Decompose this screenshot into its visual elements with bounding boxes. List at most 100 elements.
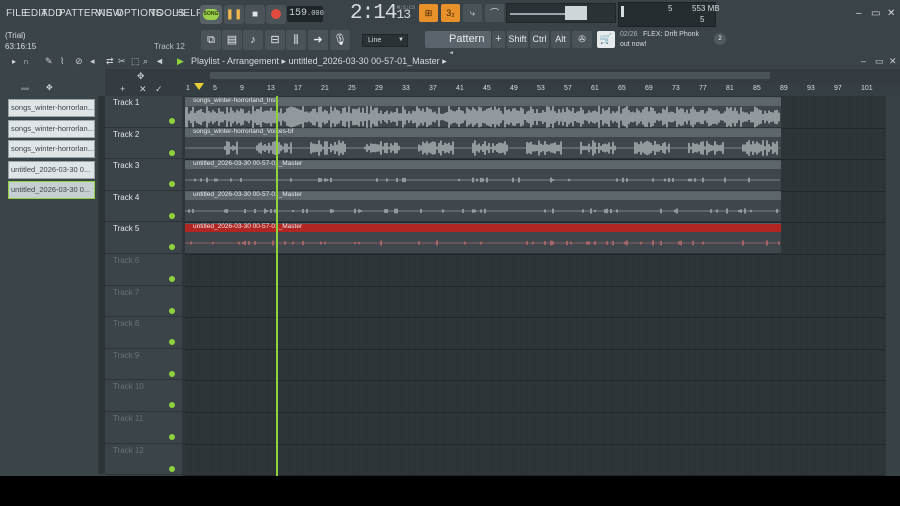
typing-keyboard-toggle[interactable]: ⊞: [419, 4, 438, 22]
news-cart-icon[interactable]: 🛒: [597, 31, 615, 48]
ctrl-key-button[interactable]: Ctrl: [530, 31, 549, 48]
magnet-icon[interactable]: ∩: [23, 57, 29, 66]
pl-close-icon[interactable]: ✕: [889, 56, 897, 67]
slip-tool-icon[interactable]: ⇄: [106, 56, 114, 67]
touch-keyboard-icon[interactable]: ✇: [572, 31, 592, 48]
playhead[interactable]: [276, 96, 278, 476]
add-pattern-button[interactable]: +: [492, 31, 505, 48]
clip-header[interactable]: untitled_2026-03-30 00-57-01_Master: [185, 223, 781, 232]
zoom-tool-icon[interactable]: ⌕: [143, 56, 148, 67]
delete-tool-icon[interactable]: ⊘: [75, 56, 83, 67]
arrangement-grid[interactable]: songs_winter-horrorland_Inst songs_winter…: [185, 96, 885, 476]
browser-icon[interactable]: ⊟: [265, 30, 285, 50]
move-arrows-icon[interactable]: ✥: [46, 83, 53, 92]
track-mute-led[interactable]: [169, 118, 175, 124]
menu-help[interactable]: HELP: [176, 8, 203, 19]
clip-list-item[interactable]: untitled_2026-03-30 0...: [8, 160, 95, 179]
track-mute-led[interactable]: [169, 370, 175, 377]
close-track-icon[interactable]: ✕: [139, 84, 147, 95]
track-mute-led[interactable]: [169, 402, 175, 409]
arrow-right-icon[interactable]: ▸: [12, 57, 16, 66]
clip-header[interactable]: songs_winter-horrorland_Inst: [185, 97, 781, 106]
track-header[interactable]: Track 3: [105, 159, 182, 191]
snap-select[interactable]: Line ▼: [362, 34, 408, 47]
track-mute-led[interactable]: [169, 465, 175, 472]
channel-rack-icon[interactable]: ▤: [222, 30, 242, 50]
maximize-icon[interactable]: ▭: [871, 8, 880, 19]
track-header[interactable]: Track 5: [105, 222, 182, 254]
tempo-display[interactable]: 159.000: [287, 6, 324, 22]
pattern-select[interactable]: Pattern 1: [425, 31, 491, 62]
track-header[interactable]: Track 2: [105, 128, 182, 160]
news-title[interactable]: FLEX: Drift Phonk: [643, 31, 699, 38]
song-time-display[interactable]: 2:1413 M:S:CS: [350, 2, 415, 25]
clip-header[interactable]: untitled_2026-03-30 00-57-01_Master: [185, 160, 781, 169]
song-mode-toggle[interactable]: SONG: [200, 5, 222, 24]
track-mute-led[interactable]: [169, 181, 175, 188]
piano-roll-icon[interactable]: ♪: [243, 30, 263, 50]
playlist-vertical-scrollbar[interactable]: [886, 96, 900, 476]
microphone-icon[interactable]: 🎙: [330, 30, 350, 50]
master-pitch-oscilloscope[interactable]: [506, 3, 616, 23]
audio-clip[interactable]: untitled_2026-03-30 00-57-01_Master: [185, 191, 781, 222]
track-mute-led[interactable]: [169, 244, 175, 251]
countdown-toggle[interactable]: 3₂: [441, 4, 460, 22]
pl-maximize-icon[interactable]: ▭: [875, 56, 884, 67]
audio-clip[interactable]: songs_winter-horrorland_Inst: [185, 96, 781, 128]
pl-minimize-icon[interactable]: –: [861, 56, 866, 66]
track-header[interactable]: Track 11: [105, 412, 182, 444]
track-mute-led[interactable]: [169, 434, 175, 440]
timeline-ruler[interactable]: 1 5 9 13 17 21 25 29 33 37 41 45 49 53 57 61 65 69 73 77 81 8…: [185, 83, 900, 96]
clip-header[interactable]: untitled_2026-03-30 00-57-01_Master: [185, 191, 781, 201]
track-mute-led[interactable]: [169, 276, 175, 282]
clip-list-item[interactable]: songs_winter-horrorlan...: [8, 99, 95, 117]
track-mute-led[interactable]: [169, 149, 175, 156]
alt-key-button[interactable]: Alt: [551, 31, 570, 48]
playlist-play-icon[interactable]: ▶: [177, 56, 184, 67]
close-icon[interactable]: ✕: [887, 8, 895, 19]
audio-clip[interactable]: untitled_2026-03-30 00-57-01_Master: [185, 159, 781, 190]
speaker-icon[interactable]: ◄: [155, 56, 164, 66]
loop-record-toggle[interactable]: ⤷: [463, 4, 482, 22]
audio-clip[interactable]: songs_winter-horrorland_Voices-bf: [185, 128, 781, 159]
paint-icon[interactable]: ⌇: [60, 56, 64, 67]
clip-list-item[interactable]: songs_winter-horrorlan...: [8, 140, 95, 158]
news-count-badge[interactable]: 2: [714, 33, 726, 45]
track-header[interactable]: Track 7: [105, 286, 182, 318]
song-overview-scroll[interactable]: [210, 72, 770, 79]
plugin-arrow-icon[interactable]: ➜: [308, 30, 328, 50]
track-mute-led[interactable]: [169, 339, 175, 346]
playlist-view-icon[interactable]: ⧉: [201, 30, 221, 50]
track-mute-led[interactable]: [169, 307, 175, 314]
check-icon[interactable]: ✓: [155, 84, 163, 95]
playlist-overview-bar[interactable]: ✥: [105, 69, 900, 83]
track-header[interactable]: Track 4: [105, 191, 182, 223]
clip-list-scrollbar[interactable]: [98, 96, 105, 474]
play-pause-button[interactable]: ❚❚: [224, 5, 244, 24]
move-arrows-icon[interactable]: ✥: [137, 71, 145, 82]
news-subtitle[interactable]: out now!: [620, 41, 646, 48]
slice-tool-icon[interactable]: ✂: [118, 56, 126, 67]
clip-list-item[interactable]: songs_winter-horrorlan...: [8, 119, 95, 138]
shift-key-button[interactable]: Shift: [507, 31, 528, 48]
track-header[interactable]: Track 1: [105, 96, 182, 128]
clip-list-item-selected[interactable]: untitled_2026-03-30 0...: [8, 181, 95, 199]
stop-button[interactable]: ■: [245, 5, 265, 24]
track-header[interactable]: Track 12: [105, 444, 182, 476]
select-tool-icon[interactable]: ⬚: [131, 56, 140, 67]
record-button[interactable]: [266, 5, 286, 24]
pencil-icon[interactable]: ✎: [45, 56, 53, 67]
audio-clip[interactable]: untitled_2026-03-30 00-57-01_Master: [185, 222, 781, 253]
track-header[interactable]: Track 8: [105, 317, 182, 349]
mute-tool-icon[interactable]: ◂: [90, 56, 95, 67]
mixer-icon[interactable]: ⫼: [286, 30, 306, 50]
clip-header[interactable]: songs_winter-horrorland_Voices-bf: [185, 128, 781, 138]
track-mute-led[interactable]: [169, 212, 175, 219]
add-track-icon[interactable]: +: [120, 84, 125, 94]
minimize-icon[interactable]: –: [856, 8, 862, 19]
metronome-icon[interactable]: ⌒: [485, 4, 504, 22]
song-start-marker[interactable]: [194, 83, 204, 90]
track-header[interactable]: Track 6: [105, 254, 182, 286]
track-header[interactable]: Track 9: [105, 349, 182, 381]
master-pitch-slider[interactable]: [565, 6, 587, 20]
